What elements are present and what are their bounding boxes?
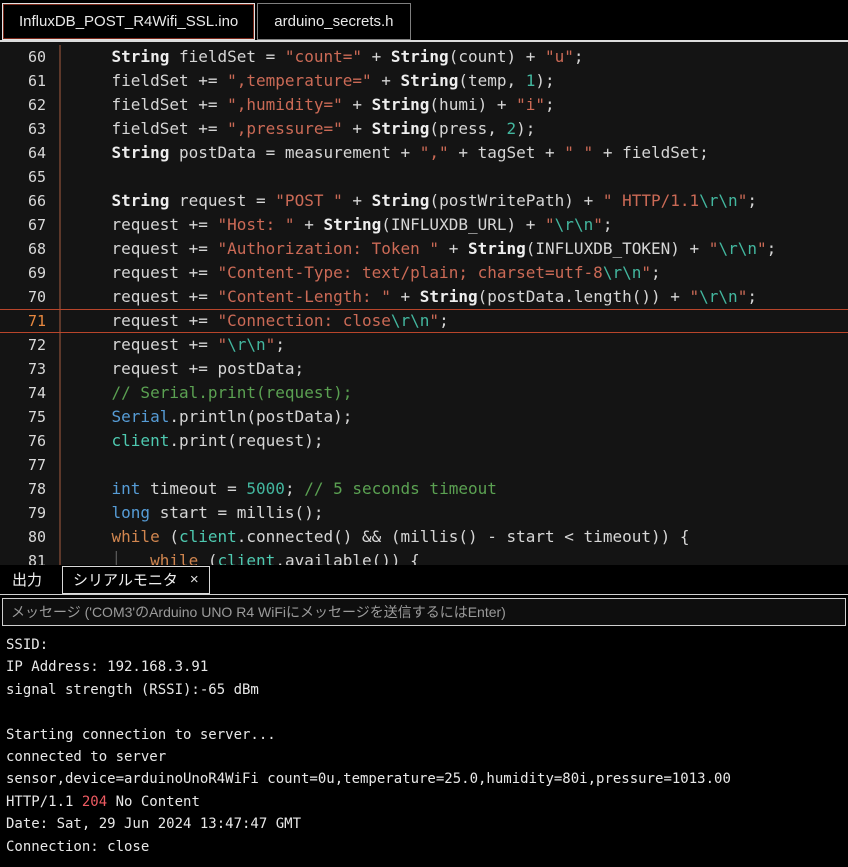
code-line[interactable]: 77	[0, 453, 848, 477]
code-text: request += "Host: " + String(INFLUXDB_UR…	[59, 213, 848, 237]
line-number: 80	[27, 528, 46, 546]
panel-tabbar: 出力 シリアルモニタ ×	[0, 565, 848, 595]
code-line[interactable]: 81 │ while (client.available()) {	[0, 549, 848, 565]
line-number: 71	[27, 312, 46, 330]
serial-line	[6, 701, 842, 723]
line-number: 61	[27, 72, 46, 90]
code-text: request += "\r\n";	[59, 333, 848, 357]
code-line[interactable]: 61 fieldSet += ",temperature=" + String(…	[0, 69, 848, 93]
serial-message-input[interactable]	[2, 598, 846, 626]
code-line[interactable]: 62 fieldSet += ",humidity=" + String(hum…	[0, 93, 848, 117]
code-line[interactable]: 65	[0, 165, 848, 189]
serial-monitor-label: シリアルモニタ	[73, 571, 178, 589]
code-text: fieldSet += ",humidity=" + String(humi) …	[59, 93, 848, 117]
serial-line: IP Address: 192.168.3.91	[6, 659, 209, 676]
code-line[interactable]: 66 String request = "POST " + String(pos…	[0, 189, 848, 213]
line-number: 73	[27, 360, 46, 378]
line-number: 79	[27, 504, 46, 522]
serial-line: Starting connection to server...	[6, 726, 276, 743]
code-text: request += postData;	[59, 357, 848, 381]
arduino-ide-window: InfluxDB_POST_R4Wifi_SSL.ino arduino_secr…	[0, 0, 848, 867]
line-number: 65	[27, 168, 46, 186]
code-line[interactable]: 68 request += "Authorization: Token " + …	[0, 237, 848, 261]
code-line[interactable]: 60 String fieldSet = "count=" + String(c…	[0, 45, 848, 69]
line-number: 69	[27, 264, 46, 282]
serial-line: HTTP/1.1 204 No Content	[6, 793, 200, 810]
code-line[interactable]: 67 request += "Host: " + String(INFLUXDB…	[0, 213, 848, 237]
code-line[interactable]: 78 int timeout = 5000; // 5 seconds time…	[0, 477, 848, 501]
tab-output[interactable]: 出力	[8, 567, 46, 592]
code-text	[59, 453, 848, 477]
serial-line: Date: Sat, 29 Jun 2024 13:47:47 GMT	[6, 816, 302, 833]
code-text: request += "Content-Length: " + String(p…	[59, 285, 848, 309]
line-number: 64	[27, 144, 46, 162]
line-number: 76	[27, 432, 46, 450]
code-text: String fieldSet = "count=" + String(coun…	[59, 45, 848, 69]
code-line[interactable]: 64 String postData = measurement + "," +…	[0, 141, 848, 165]
code-text: // Serial.print(request);	[59, 381, 848, 405]
code-text: String request = "POST " + String(postWr…	[59, 189, 848, 213]
message-bar	[0, 595, 848, 629]
code-text: │ while (client.available()) {	[59, 549, 848, 565]
serial-line: signal strength (RSSI):-65 dBm	[6, 681, 259, 698]
line-number: 63	[27, 120, 46, 138]
serial-line: Connection: close	[6, 838, 150, 855]
line-number: 77	[27, 456, 46, 474]
code-line[interactable]: 69 request += "Content-Type: text/plain;…	[0, 261, 848, 285]
serial-line: connected to server	[6, 749, 167, 766]
code-editor[interactable]: 60 String fieldSet = "count=" + String(c…	[0, 42, 848, 565]
code-line[interactable]: 74 // Serial.print(request);	[0, 381, 848, 405]
code-line[interactable]: 73 request += postData;	[0, 357, 848, 381]
line-number: 66	[27, 192, 46, 210]
editor-tabbar: InfluxDB_POST_R4Wifi_SSL.ino arduino_secr…	[0, 0, 848, 42]
bottom-panel: 出力 シリアルモニタ × SSID: IP Address: 192.168.3…	[0, 565, 848, 867]
code-text	[59, 165, 848, 189]
line-number: 74	[27, 384, 46, 402]
serial-output: SSID: IP Address: 192.168.3.91 signal str…	[0, 629, 848, 867]
code-line[interactable]: 71 request += "Connection: close\r\n";	[0, 309, 848, 333]
code-text: while (client.connected() && (millis() -…	[59, 525, 848, 549]
editor-tabs: InfluxDB_POST_R4Wifi_SSL.ino arduino_secr…	[2, 3, 411, 40]
line-number: 62	[27, 96, 46, 114]
code-text: String postData = measurement + "," + ta…	[59, 141, 848, 165]
line-number: 78	[27, 480, 46, 498]
editor-tab[interactable]: InfluxDB_POST_R4Wifi_SSL.ino	[2, 3, 256, 40]
code-text: fieldSet += ",pressure=" + String(press,…	[59, 117, 848, 141]
code-text: request += "Connection: close\r\n";	[59, 310, 848, 332]
line-number: 68	[27, 240, 46, 258]
code-text: int timeout = 5000; // 5 seconds timeout	[59, 477, 848, 501]
code-line[interactable]: 70 request += "Content-Length: " + Strin…	[0, 285, 848, 309]
code-line[interactable]: 63 fieldSet += ",pressure=" + String(pre…	[0, 117, 848, 141]
line-number: 60	[27, 48, 46, 66]
code-text: request += "Content-Type: text/plain; ch…	[59, 261, 848, 285]
close-icon[interactable]: ×	[190, 571, 199, 588]
serial-line: sensor,device=arduinoUnoR4WiFi count=0u,…	[6, 771, 731, 788]
code-lines: 60 String fieldSet = "count=" + String(c…	[0, 45, 848, 565]
code-line[interactable]: 79 long start = millis();	[0, 501, 848, 525]
code-line[interactable]: 80 while (client.connected() && (millis(…	[0, 525, 848, 549]
line-number: 72	[27, 336, 46, 354]
code-text: fieldSet += ",temperature=" + String(tem…	[59, 69, 848, 93]
line-number: 81	[27, 552, 46, 565]
line-number: 75	[27, 408, 46, 426]
code-text: long start = millis();	[59, 501, 848, 525]
code-text: client.print(request);	[59, 429, 848, 453]
tab-serial-monitor[interactable]: シリアルモニタ ×	[62, 565, 210, 594]
code-text: Serial.println(postData);	[59, 405, 848, 429]
code-line[interactable]: 76 client.print(request);	[0, 429, 848, 453]
line-number: 70	[27, 288, 46, 306]
code-line[interactable]: 72 request += "\r\n";	[0, 333, 848, 357]
serial-line: SSID:	[6, 637, 57, 653]
line-number: 67	[27, 216, 46, 234]
code-line[interactable]: 75 Serial.println(postData);	[0, 405, 848, 429]
editor-tab[interactable]: arduino_secrets.h	[257, 3, 411, 40]
code-text: request += "Authorization: Token " + Str…	[59, 237, 848, 261]
